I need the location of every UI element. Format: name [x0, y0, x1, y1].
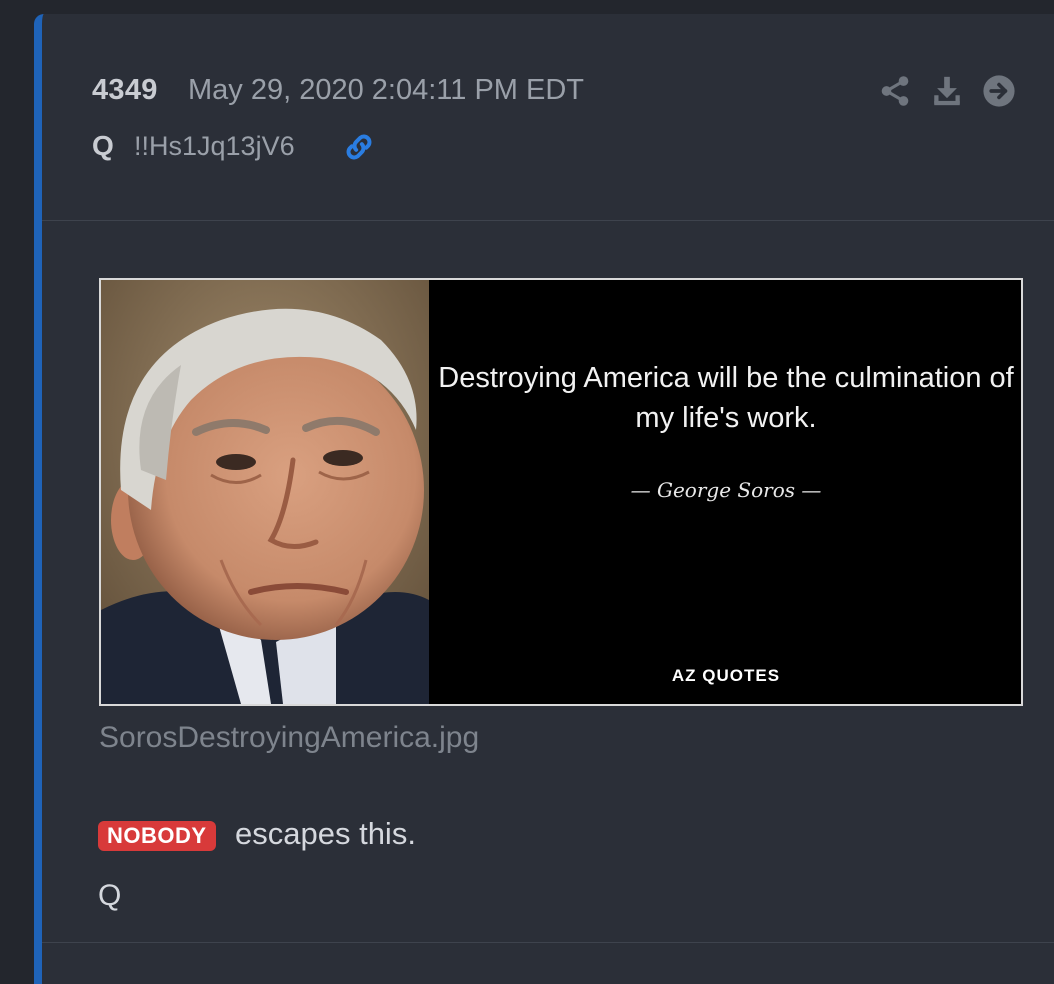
divider: [42, 942, 1054, 943]
post-actions: [878, 74, 1028, 114]
download-icon[interactable]: [930, 74, 964, 108]
page: 4349 May 29, 2020 2:04:11 PM EDT Q !!Hs1…: [0, 0, 1054, 984]
highlight-badge: NOBODY: [98, 821, 216, 851]
signature: Q: [98, 879, 122, 912]
post-number[interactable]: 4349: [92, 74, 158, 107]
portrait-photo: [101, 280, 429, 704]
author-name: Q: [92, 130, 114, 161]
link-icon[interactable]: [342, 130, 376, 164]
quote-source-logo: AZ QUOTES: [671, 666, 781, 685]
tripcode: !!Hs1Jq13jV6: [134, 131, 295, 161]
post-header: 4349 May 29, 2020 2:04:11 PM EDT Q !!Hs1…: [42, 14, 1054, 221]
attachment-image[interactable]: Destroying America will be the culminati…: [99, 278, 1023, 706]
post-timestamp: May 29, 2020 2:04:11 PM EDT: [188, 74, 585, 106]
quote-author: — George Soros —: [630, 478, 822, 502]
attachment-filename-link[interactable]: SorosDestroyingAmerica.jpg: [99, 721, 479, 755]
post-body: Destroying America will be the culminati…: [42, 221, 1054, 941]
post-card: 4349 May 29, 2020 2:04:11 PM EDT Q !!Hs1…: [34, 14, 1054, 984]
message-text: escapes this.: [235, 816, 416, 851]
quote-text: Destroying America will be the culminati…: [438, 362, 1014, 434]
share-icon[interactable]: [878, 74, 912, 108]
arrow-right-circle-icon[interactable]: [982, 74, 1016, 108]
